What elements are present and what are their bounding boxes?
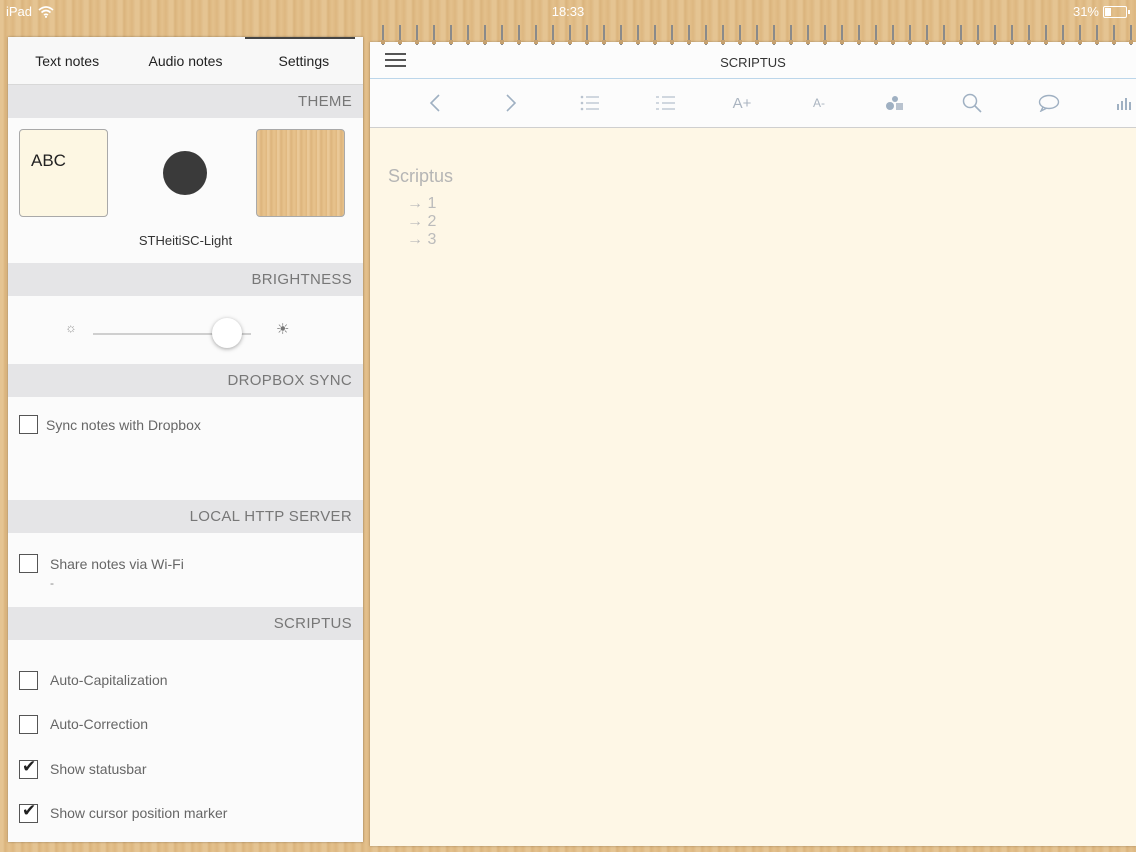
brightness-section: ☼ ☀ — [8, 296, 363, 364]
http-server-header: LOCAL HTTP SERVER — [8, 500, 363, 533]
chevron-right-icon[interactable] — [491, 79, 531, 127]
dropbox-sync-checkbox[interactable] — [19, 415, 38, 434]
dropbox-section: Sync notes with Dropbox — [8, 397, 363, 500]
list-item: → 2 — [407, 213, 437, 230]
spiral-holes — [370, 40, 1136, 44]
bulleted-list-icon[interactable] — [570, 79, 610, 127]
list-item: → 3 — [407, 231, 437, 248]
brightness-high-icon: ☀ — [276, 321, 290, 338]
wood-theme-swatch[interactable] — [256, 129, 345, 217]
wifi-share-checkbox[interactable] — [19, 554, 38, 573]
shapes-icon[interactable] — [875, 79, 915, 127]
auto-correction-label: Auto-Correction — [50, 716, 149, 732]
show-cursor-marker-checkbox[interactable]: ✔ — [19, 801, 38, 823]
tab-text-notes[interactable]: Text notes — [8, 37, 126, 84]
decrease-font-icon[interactable]: A- — [799, 79, 839, 127]
notebook-title: SCRIPTUS — [720, 55, 786, 70]
tab-bar: Text notes Audio notes Settings — [8, 37, 363, 85]
dropbox-sync-label: Sync notes with Dropbox — [46, 417, 201, 433]
theme-header: THEME — [8, 85, 363, 118]
theme-section: ABC STHeitiSC-Light — [8, 118, 363, 263]
comment-icon[interactable] — [1029, 79, 1069, 127]
light-theme-sample-text: ABC — [31, 151, 66, 170]
auto-capitalization-checkbox[interactable] — [19, 671, 38, 690]
battery-tip — [1128, 9, 1130, 14]
wifi-share-label: Share notes via Wi-Fi — [50, 556, 184, 572]
notebook-header: SCRIPTUS — [370, 42, 1136, 79]
chevron-left-icon[interactable] — [415, 79, 455, 127]
auto-correction-checkbox[interactable] — [19, 715, 38, 734]
brightness-header: BRIGHTNESS — [8, 263, 363, 296]
document-title: Scriptus — [388, 166, 454, 186]
brightness-slider-thumb[interactable] — [212, 318, 243, 348]
light-theme-swatch[interactable]: ABC — [19, 129, 108, 217]
tab-audio-notes[interactable]: Audio notes — [126, 37, 244, 84]
list-item: → 1 — [407, 195, 437, 212]
http-server-section: Share notes via Wi-Fi - — [8, 533, 363, 607]
document-list: → 1 → 2 → 3 — [388, 195, 453, 249]
brightness-low-icon: ☼ — [65, 320, 77, 335]
battery-percent: 31% — [1072, 4, 1099, 19]
scriptus-section: Auto-Capitalization Auto-Correction ✔ Sh… — [8, 640, 363, 840]
scriptus-header: SCRIPTUS — [8, 607, 363, 640]
settings-panel: Text notes Audio notes Settings THEME AB… — [8, 37, 363, 842]
search-icon[interactable] — [952, 79, 992, 127]
dropbox-header: DROPBOX SYNC — [8, 364, 363, 397]
statistics-icon[interactable] — [1105, 79, 1136, 127]
status-bar-right: 31% — [1073, 4, 1130, 19]
font-selector[interactable]: STHeitiSC-Light — [8, 233, 363, 248]
checklist-icon[interactable] — [646, 79, 686, 127]
tab-settings[interactable]: Settings — [244, 37, 363, 84]
show-cursor-marker-label: Show cursor position marker — [50, 805, 228, 821]
clock: 18:33 — [551, 4, 585, 19]
document-body[interactable]: Scriptus → 1 → 2 → 3 — [388, 166, 453, 249]
dark-theme-swatch[interactable] — [163, 151, 207, 195]
battery-icon — [1103, 5, 1127, 18]
checkmark-icon: ✔ — [22, 757, 37, 776]
server-address: - — [50, 576, 54, 590]
notebook-page: SCRIPTUS A+ A- Scriptus → 1 → 2 → 3 — [370, 42, 1136, 846]
increase-font-icon[interactable]: A+ — [722, 79, 762, 127]
auto-capitalization-label: Auto-Capitalization — [50, 672, 168, 688]
editor-toolbar: A+ A- — [370, 79, 1136, 128]
show-statusbar-checkbox[interactable]: ✔ — [19, 757, 38, 779]
checkmark-icon: ✔ — [22, 801, 37, 820]
status-bar: iPad 18:33 31% — [0, 0, 1136, 22]
show-statusbar-label: Show statusbar — [50, 761, 147, 777]
